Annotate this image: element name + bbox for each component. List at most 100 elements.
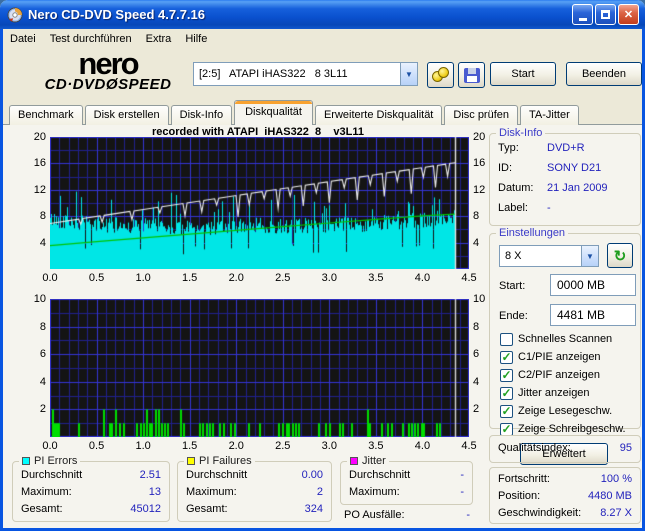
tab-ta-jitter[interactable]: TA-Jitter (520, 105, 579, 125)
close-icon: ✕ (623, 9, 634, 21)
axis-tick-label: 0.5 (88, 272, 105, 284)
start-button[interactable]: Start (490, 62, 556, 86)
axis-tick-label: 16 (33, 157, 46, 170)
tab-disk-erstellen[interactable]: Disk erstellen (84, 105, 169, 125)
disk-id-value: SONY D21 (547, 162, 602, 174)
axis-tick-label: 4.5 (461, 440, 477, 452)
title-bar[interactable]: Nero CD-DVD Speed 4.7.7.16 ✕ (0, 0, 645, 29)
axis-tick-label: 2 (39, 403, 46, 416)
start-field[interactable]: 0000 MB (550, 274, 636, 296)
axis-tick-label: 3.0 (321, 440, 337, 452)
drive-select-dropdown-button[interactable]: ▼ (400, 63, 417, 85)
toolbar: nero CD·DVDØSPEED [2:5] ATAPI iHAS322 8 … (3, 48, 642, 100)
pif-max-value: 2 (316, 486, 323, 498)
end-label: Ende: (499, 310, 528, 322)
checkbox-icon: ✓ (500, 367, 513, 382)
po-failures-row: PO Ausfälle: - (344, 509, 470, 521)
refresh-button[interactable]: ↻ (607, 243, 633, 268)
drive-select-value: [2:5] ATAPI iHAS322 8 3L11 (199, 68, 348, 80)
axis-tick-label: 0.0 (42, 440, 58, 452)
tab-diskqualitaet[interactable]: Diskqualität (234, 100, 313, 125)
menu-datei[interactable]: Datei (3, 31, 43, 47)
pi-failures-panel: PI Failures Durchschnitt 0.00 Maximum: 2 G… (177, 455, 332, 522)
checkbox-c1-pie[interactable]: ✓ C1/PIE anzeigen (500, 350, 601, 364)
jitter-max-value: - (460, 486, 464, 498)
tab-disc-pruefen[interactable]: Disc prüfen (444, 105, 519, 125)
axis-tick-label: 2.5 (275, 272, 291, 284)
speed-select[interactable]: 8 X ▼ (499, 245, 599, 267)
window-frame-left (0, 29, 3, 531)
disk-info-caption: Disk-Info (496, 127, 546, 139)
disk-info-panel: Disk-Info Typ: DVD+R ID: SONY D21 Datum: 21… (489, 127, 641, 226)
app-icon (7, 7, 23, 22)
axis-tick-label: 8 (39, 210, 46, 223)
checkbox-write-speed[interactable]: ✓ Zeige Schreibgeschw. (500, 422, 626, 436)
jitter-legend-swatch (350, 457, 358, 465)
pi-failures-chart (50, 299, 469, 437)
close-button[interactable]: ✕ (618, 4, 639, 25)
speed-select-value: 8 X (505, 250, 522, 262)
axis-tick-label: 2.0 (228, 272, 244, 284)
axis-tick-label: 4 (39, 236, 46, 249)
checkbox-icon: ✓ (500, 349, 513, 364)
tab-erweiterte-diskqualitaet[interactable]: Erweiterte Diskqualität (314, 105, 443, 125)
tab-benchmark[interactable]: Benchmark (9, 105, 83, 125)
disk-type-label: Typ: (498, 142, 519, 154)
axis-tick-label: 4.0 (414, 440, 431, 452)
axis-tick-label: 3.5 (368, 440, 384, 452)
maximize-icon (601, 10, 610, 19)
pif-legend-swatch (187, 457, 195, 465)
end-field[interactable]: 4481 MB (550, 304, 636, 326)
tab-disk-info[interactable]: Disk-Info (170, 105, 233, 125)
pif-max-label: Maximum: (186, 486, 237, 498)
axis-tick-label: 2.0 (228, 440, 244, 452)
disk-date-value: 21 Jan 2009 (547, 182, 608, 194)
disk-label-value: - (547, 202, 551, 214)
jitter-avg-label: Durchschnitt (349, 469, 411, 481)
disc-quality-page: recorded with ATAPI iHAS322 8 v3L11 4488… (3, 125, 642, 528)
checkbox-fast-scan[interactable]: Schnelles Scannen (500, 332, 612, 346)
progress-panel: Fortschritt: 100 % Position: 4480 MB Gesch… (489, 467, 641, 524)
pie-avg-value: 2.51 (139, 469, 161, 481)
checkbox-c2-pif[interactable]: ✓ C2/PIF anzeigen (500, 368, 600, 382)
start-label: Start: (499, 280, 526, 292)
pi-errors-panel: PI Errors Durchschnitt 2.51 Maximum: 13 Ge… (12, 455, 170, 522)
axis-tick-label: 20 (33, 131, 46, 143)
nero-logo: nero CD·DVDØSPEED (25, 46, 191, 93)
save-button[interactable] (458, 62, 485, 88)
tab-strip: Benchmark Disk erstellen Disk-Info Diskq… (3, 100, 642, 125)
checkbox-jitter[interactable]: ✓ Jitter anzeigen (500, 386, 590, 400)
jitter-caption: Jitter (347, 455, 389, 467)
position-label: Position: (498, 490, 541, 502)
speed-label: Geschwindigkeit: (498, 507, 582, 519)
pie-total-value: 45012 (130, 503, 161, 515)
maximize-button[interactable] (595, 4, 616, 25)
quit-button[interactable]: Beenden (566, 62, 642, 86)
menu-hilfe[interactable]: Hilfe (178, 31, 214, 47)
nero-disc-icon: Ø (105, 76, 119, 93)
axis-tick-label: 4 (39, 375, 46, 388)
refresh-icon: ↻ (613, 247, 627, 265)
axis-tick-label: 1.0 (135, 440, 151, 452)
axis-tick-label: 10 (33, 293, 46, 305)
axis-tick-label: 6 (39, 348, 46, 361)
disk-type-value: DVD+R (547, 142, 585, 154)
eject-disc-button[interactable] (427, 62, 454, 88)
nero-logo-wordmark: nero (78, 46, 139, 81)
jitter-panel: Jitter Durchschnitt - Maximum: - (340, 455, 473, 505)
menu-extra[interactable]: Extra (139, 31, 179, 47)
settings-panel: Einstellungen 8 X ▼ ↻ Start: 0000 MB End… (489, 227, 641, 465)
speed-select-dropdown-button[interactable]: ▼ (581, 246, 598, 266)
pif-total-value: 324 (304, 503, 323, 515)
checkbox-read-speed[interactable]: ✓ Zeige Lesegeschw. (500, 404, 612, 418)
disk-label-label: Label: (498, 202, 528, 214)
menu-test-durchfuehren[interactable]: Test durchführen (43, 31, 139, 47)
drive-select[interactable]: [2:5] ATAPI iHAS322 8 3L11 ▼ (193, 62, 418, 86)
chevron-down-icon: ▼ (405, 69, 413, 79)
checkbox-icon (500, 332, 513, 346)
quality-index-value: 95 (619, 442, 632, 454)
axis-tick-label: 4.5 (461, 272, 477, 284)
minimize-button[interactable] (572, 4, 593, 25)
progress-value: 100 % (600, 473, 632, 485)
po-failures-label: PO Ausfälle: (344, 509, 405, 521)
